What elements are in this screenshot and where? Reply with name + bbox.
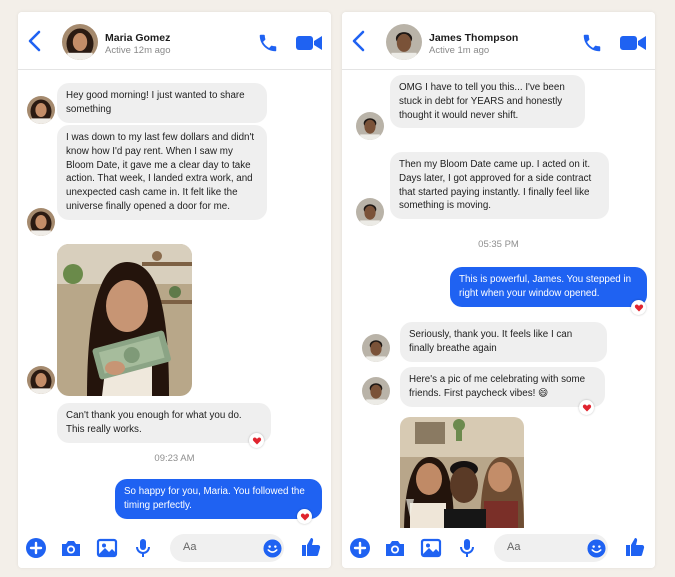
image-icon[interactable] xyxy=(96,537,118,559)
sender-avatar xyxy=(362,377,390,405)
heart-reaction-icon[interactable] xyxy=(297,509,312,524)
heart-reaction-icon[interactable] xyxy=(631,300,646,315)
sender-avatar xyxy=(356,198,384,226)
chat-header: Maria Gomez Active 12m ago xyxy=(18,12,331,70)
heart-reaction-icon[interactable] xyxy=(579,400,594,415)
incoming-message: OMG I have to tell you this... I've been… xyxy=(390,75,585,129)
back-icon[interactable] xyxy=(350,29,368,53)
chat-window-maria: Maria Gomez Active 12m ago Hey good morn… xyxy=(18,12,331,568)
active-status: Active 1m ago xyxy=(429,45,490,56)
chat-header: James Thompson Active 1m ago xyxy=(342,12,655,70)
outgoing-message: So happy for you, Maria. You followed th… xyxy=(115,479,322,519)
microphone-icon[interactable] xyxy=(456,537,478,559)
emoji-icon[interactable] xyxy=(263,539,282,558)
plus-icon[interactable] xyxy=(349,537,371,559)
avatar[interactable] xyxy=(62,24,98,60)
incoming-message: Can't thank you enough for what you do. … xyxy=(57,403,271,443)
message-timestamp: 05:35 PM xyxy=(478,239,519,250)
microphone-icon[interactable] xyxy=(132,537,154,559)
phone-call-icon[interactable] xyxy=(257,32,279,54)
message-timestamp: 09:23 AM xyxy=(154,453,195,464)
incoming-message: Hey good morning! I just wanted to share… xyxy=(57,83,267,123)
back-icon[interactable] xyxy=(26,29,44,53)
image-icon[interactable] xyxy=(420,537,442,559)
shared-photo[interactable] xyxy=(57,244,192,396)
plus-icon[interactable] xyxy=(25,537,47,559)
sender-avatar xyxy=(27,366,55,394)
sender-avatar xyxy=(27,208,55,236)
sender-avatar xyxy=(362,334,390,362)
heart-reaction-icon[interactable] xyxy=(249,433,264,448)
message-composer: Aa xyxy=(18,528,331,568)
video-call-icon[interactable] xyxy=(295,34,323,52)
thumbs-up-icon[interactable] xyxy=(624,536,646,558)
incoming-message: Seriously, thank you. It feels like I ca… xyxy=(400,322,607,362)
shared-photo[interactable] xyxy=(400,417,524,533)
outgoing-message: This is powerful, James. You stepped in … xyxy=(450,267,647,307)
contact-name: Maria Gomez xyxy=(105,32,171,44)
video-call-icon[interactable] xyxy=(619,34,647,52)
sender-avatar xyxy=(356,112,384,140)
incoming-message: Here's a pic of me celebrating with some… xyxy=(400,367,605,407)
active-status: Active 12m ago xyxy=(105,45,171,56)
camera-icon[interactable] xyxy=(384,537,406,559)
thumbs-up-icon[interactable] xyxy=(300,536,322,558)
incoming-message: I was down to my last few dollars and di… xyxy=(57,125,267,220)
sender-avatar xyxy=(27,96,55,124)
phone-call-icon[interactable] xyxy=(581,32,603,54)
incoming-message: Then my Bloom Date came up. I acted on i… xyxy=(390,152,609,220)
message-composer: Aa xyxy=(342,528,655,568)
contact-name: James Thompson xyxy=(429,32,519,44)
emoji-icon[interactable] xyxy=(587,539,606,558)
avatar[interactable] xyxy=(386,24,422,60)
chat-window-james: James Thompson Active 1m ago OMG I have … xyxy=(342,12,655,568)
camera-icon[interactable] xyxy=(60,537,82,559)
